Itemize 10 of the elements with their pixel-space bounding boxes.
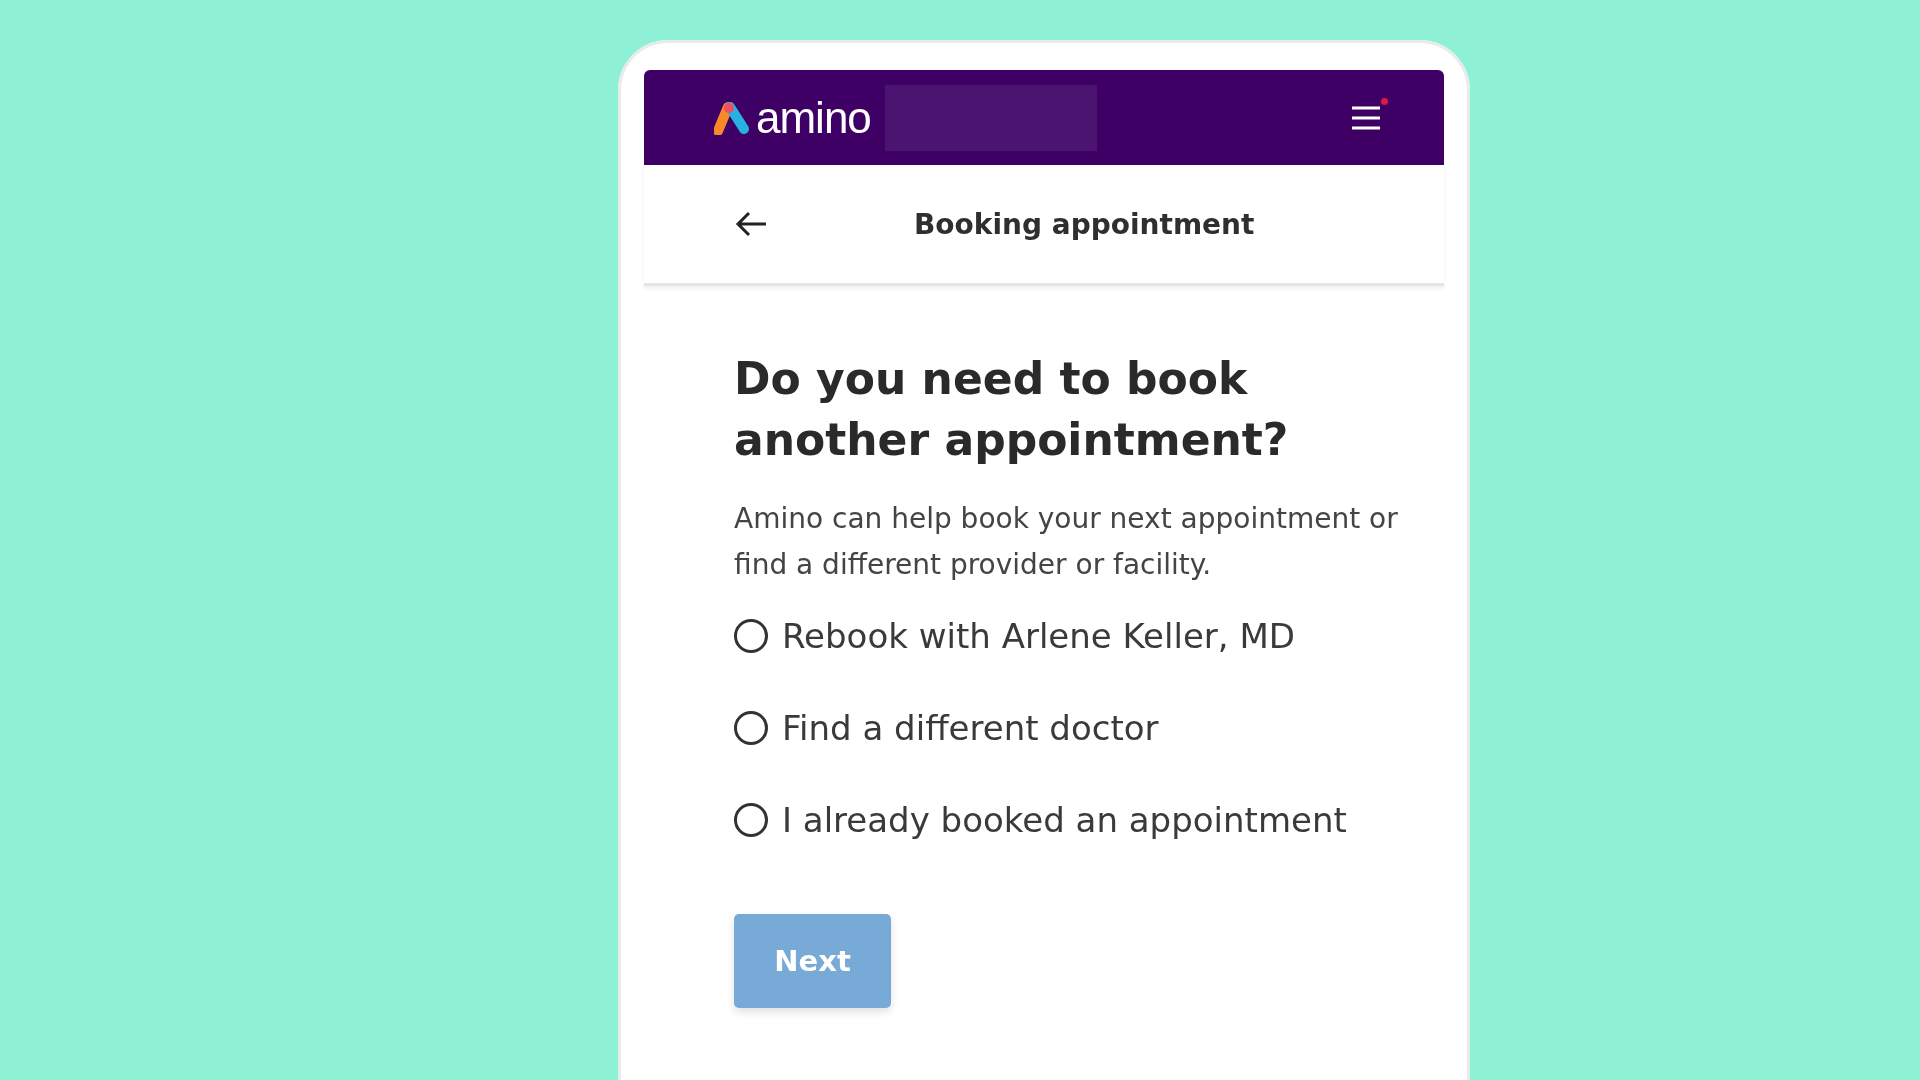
radio-option[interactable]: I already booked an appointment xyxy=(734,800,1444,840)
back-arrow-icon xyxy=(734,210,768,238)
question-heading: Do you need to book another appointment? xyxy=(734,352,1290,467)
logo-text: amino xyxy=(756,92,871,143)
description-text: Amino can help book your next appointment or find a different provider or facility. xyxy=(734,501,1399,583)
radio-option[interactable]: Find a different doctor xyxy=(734,708,1444,748)
page-title: Booking appointment xyxy=(914,207,1255,241)
radio-option[interactable]: Rebook with Arlene Keller, MD xyxy=(734,616,1444,656)
logo-icon xyxy=(714,100,752,135)
back-button[interactable] xyxy=(734,210,768,238)
